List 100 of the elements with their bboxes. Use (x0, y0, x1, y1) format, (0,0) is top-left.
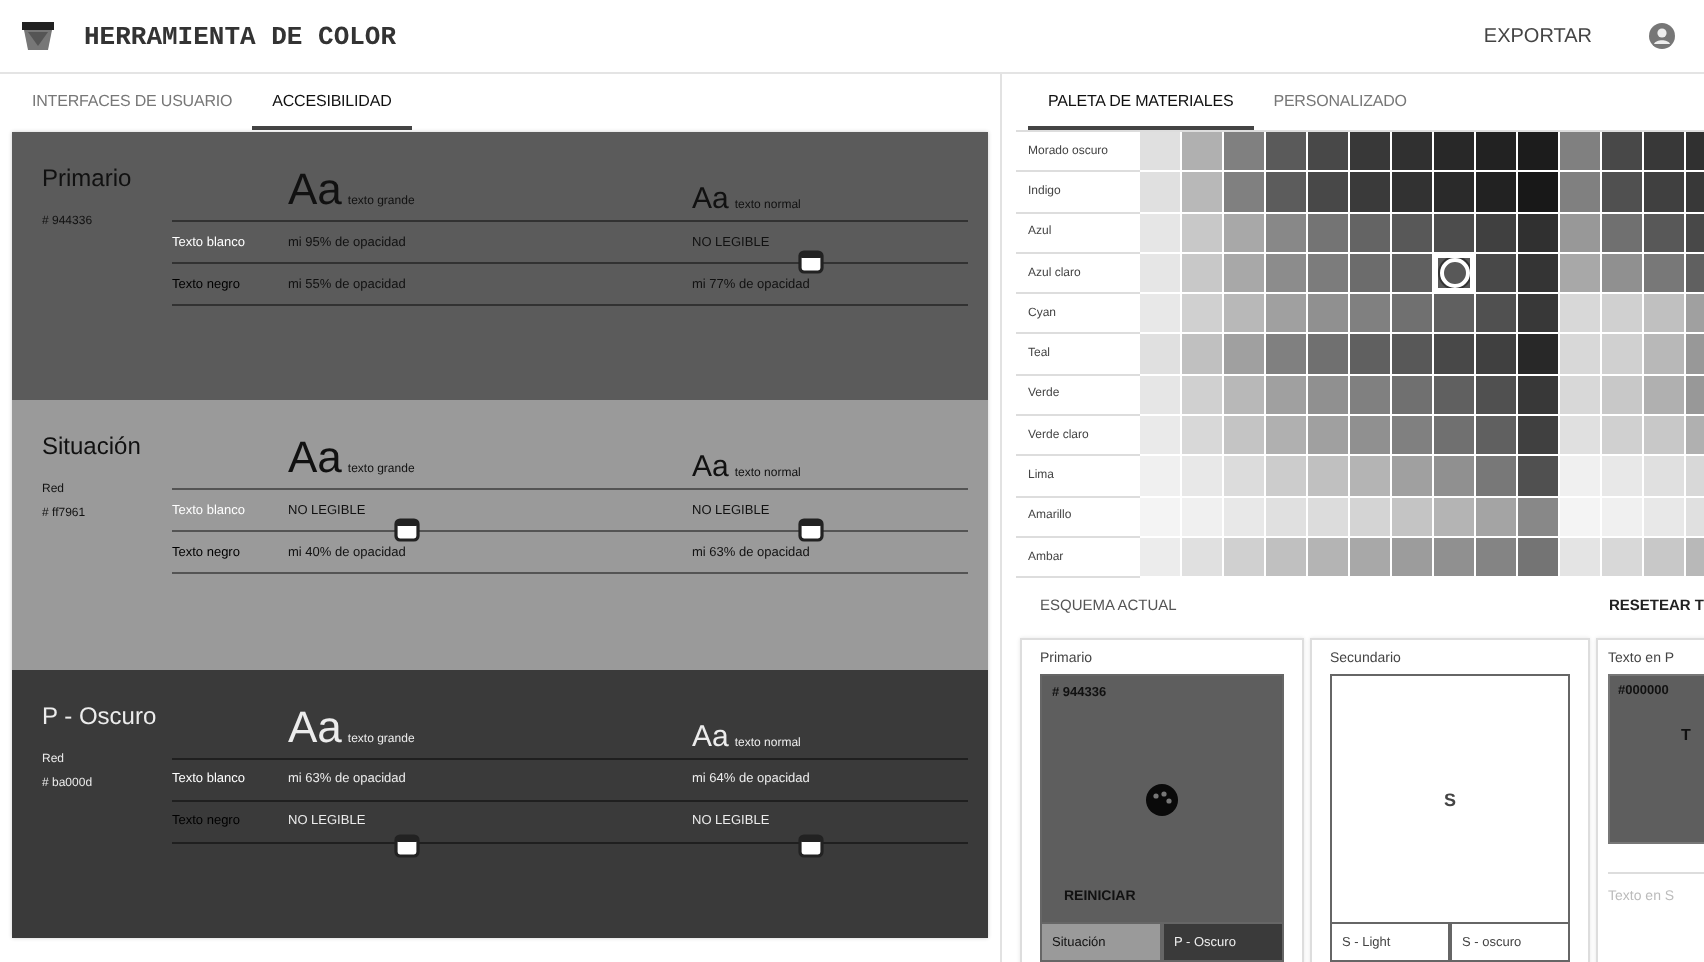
color-swatch[interactable] (1308, 456, 1348, 496)
color-swatch[interactable] (1602, 253, 1642, 293)
color-swatch[interactable] (1476, 497, 1516, 536)
color-swatch[interactable] (1518, 416, 1558, 455)
color-swatch[interactable] (1308, 497, 1348, 536)
color-swatch[interactable] (1644, 172, 1684, 212)
color-swatch[interactable] (1476, 537, 1516, 577)
color-swatch[interactable] (1560, 416, 1600, 455)
color-swatch[interactable] (1392, 375, 1432, 415)
color-swatch[interactable] (1560, 456, 1600, 496)
color-swatch[interactable] (1644, 294, 1684, 333)
account-icon[interactable] (1648, 22, 1676, 50)
color-swatch[interactable] (1350, 334, 1390, 374)
color-swatch[interactable] (1560, 213, 1600, 252)
color-swatch[interactable] (1350, 497, 1390, 536)
color-swatch[interactable] (1602, 416, 1642, 455)
color-swatch[interactable] (1350, 294, 1390, 333)
color-swatch[interactable] (1224, 416, 1264, 455)
color-swatch[interactable] (1140, 416, 1180, 455)
tab[interactable]: PERSONALIZADO (1253, 74, 1427, 130)
color-swatch[interactable] (1266, 132, 1306, 171)
color-swatch[interactable] (1350, 375, 1390, 415)
color-swatch[interactable] (1518, 334, 1558, 374)
color-swatch[interactable] (1602, 172, 1642, 212)
color-swatch[interactable] (1518, 253, 1558, 293)
color-swatch[interactable] (1644, 334, 1684, 374)
color-swatch[interactable] (1140, 334, 1180, 374)
color-swatch[interactable] (1266, 213, 1306, 252)
color-swatch[interactable] (1518, 375, 1558, 415)
color-swatch[interactable] (1182, 375, 1222, 415)
color-swatch[interactable] (1602, 456, 1642, 496)
color-swatch[interactable] (1392, 497, 1432, 536)
handle-icon[interactable] (798, 250, 824, 274)
color-swatch[interactable] (1308, 294, 1348, 333)
handle-icon[interactable] (798, 518, 824, 543)
color-swatch[interactable] (1434, 172, 1474, 212)
color-swatch[interactable] (1224, 375, 1264, 415)
color-swatch[interactable] (1182, 416, 1222, 455)
color-swatch[interactable] (1308, 132, 1348, 171)
color-swatch[interactable] (1140, 294, 1180, 333)
color-swatch[interactable] (1560, 375, 1600, 415)
color-swatch[interactable] (1392, 172, 1432, 212)
color-swatch[interactable] (1140, 172, 1180, 212)
color-swatch[interactable] (1308, 375, 1348, 415)
color-swatch[interactable] (1476, 294, 1516, 333)
color-swatch[interactable] (1602, 132, 1642, 171)
color-swatch[interactable] (1182, 213, 1222, 252)
color-swatch[interactable] (1518, 497, 1558, 536)
color-swatch[interactable] (1476, 456, 1516, 496)
color-swatch[interactable] (1644, 132, 1684, 171)
color-swatch[interactable] (1518, 537, 1558, 577)
color-swatch[interactable] (1644, 497, 1684, 536)
color-swatch[interactable] (1476, 416, 1516, 455)
color-swatch[interactable] (1560, 294, 1600, 333)
color-swatch[interactable] (1224, 456, 1264, 496)
handle-icon[interactable] (394, 518, 420, 543)
color-swatch[interactable] (1644, 456, 1684, 496)
color-swatch[interactable] (1350, 172, 1390, 212)
color-swatch[interactable] (1560, 172, 1600, 212)
color-swatch[interactable] (1392, 537, 1432, 577)
color-swatch[interactable] (1140, 253, 1180, 293)
color-swatch[interactable] (1518, 213, 1558, 252)
color-swatch[interactable] (1560, 253, 1600, 293)
color-swatch[interactable] (1518, 132, 1558, 171)
color-swatch[interactable] (1560, 537, 1600, 577)
color-swatch[interactable] (1476, 253, 1516, 293)
color-swatch[interactable] (1518, 172, 1558, 212)
color-swatch[interactable] (1224, 132, 1264, 171)
color-swatch[interactable] (1392, 334, 1432, 374)
color-swatch[interactable] (1392, 253, 1432, 293)
handle-icon[interactable] (394, 833, 420, 858)
color-swatch[interactable] (1224, 213, 1264, 252)
color-swatch[interactable] (1140, 213, 1180, 252)
color-swatch[interactable] (1266, 334, 1306, 374)
color-swatch[interactable] (1602, 334, 1642, 374)
color-swatch[interactable] (1308, 213, 1348, 252)
color-swatch[interactable] (1434, 253, 1474, 293)
export-button[interactable]: EXPORTAR (1475, 17, 1600, 55)
color-swatch[interactable] (1224, 253, 1264, 293)
color-swatch[interactable] (1392, 456, 1432, 496)
color-swatch[interactable] (1182, 456, 1222, 496)
color-swatch[interactable] (1434, 456, 1474, 496)
color-swatch[interactable] (1266, 456, 1306, 496)
color-swatch[interactable] (1434, 537, 1474, 577)
color-swatch[interactable] (1182, 253, 1222, 293)
color-swatch[interactable] (1350, 416, 1390, 455)
color-swatch[interactable] (1308, 334, 1348, 374)
color-swatch[interactable] (1266, 294, 1306, 333)
color-swatch[interactable] (1644, 416, 1684, 455)
color-swatch[interactable] (1266, 375, 1306, 415)
color-swatch[interactable] (1644, 213, 1684, 252)
color-swatch[interactable] (1392, 213, 1432, 252)
color-swatch[interactable] (1182, 497, 1222, 536)
color-swatch[interactable] (1476, 172, 1516, 212)
color-swatch[interactable] (1434, 213, 1474, 252)
handle-icon[interactable] (798, 833, 824, 858)
color-swatch[interactable] (1140, 456, 1180, 496)
color-swatch[interactable] (1434, 497, 1474, 536)
color-swatch[interactable] (1266, 497, 1306, 536)
color-swatch[interactable] (1140, 375, 1180, 415)
